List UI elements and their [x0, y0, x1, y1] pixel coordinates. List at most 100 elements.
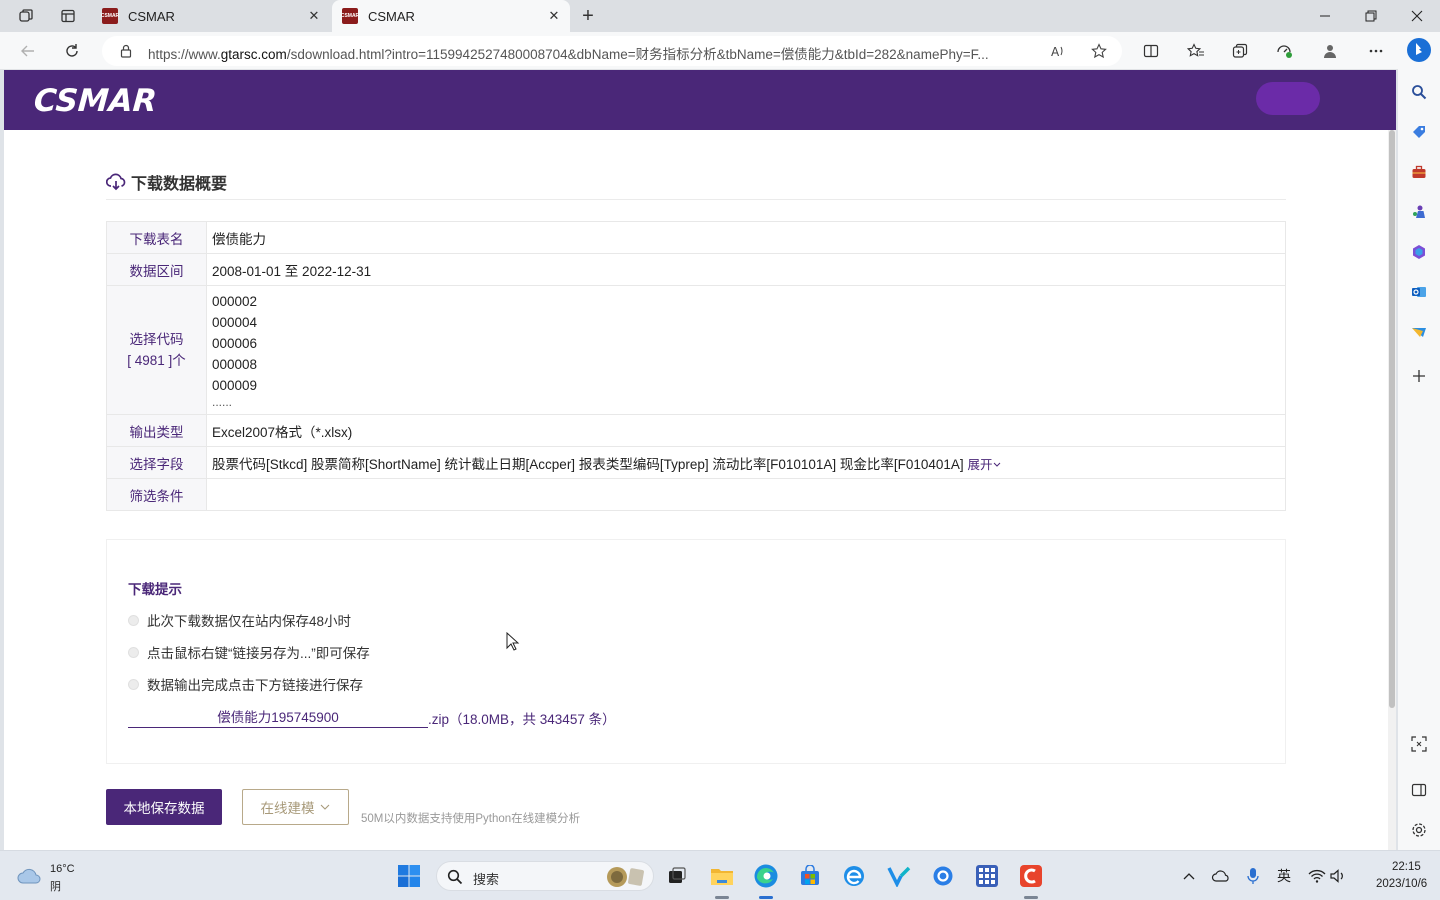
web-page: CSMAR 下载数据概要 下载表名 偿债能力 数据区间 2008-01-01 至… [4, 70, 1396, 850]
clock-time[interactable]: 22:15 [1392, 861, 1421, 873]
date-range-value: 2008-01-01 至 2022-12-31 [206, 253, 1286, 286]
tip-text: 此次下载数据仅在站内保存48小时 [147, 614, 352, 629]
chevron-down-icon [320, 804, 329, 810]
tools-briefcase-icon[interactable] [1407, 160, 1431, 184]
windows-start-icon[interactable] [396, 863, 422, 889]
page-scrollbar[interactable] [1388, 130, 1396, 850]
tip-item: 此次下载数据仅在站内保存48小时 [128, 610, 351, 630]
edge-sidebar [1398, 32, 1440, 850]
read-aloud-icon[interactable]: A [1046, 39, 1070, 63]
mouse-cursor-icon [506, 632, 520, 651]
output-type-value: Excel2007格式（*.xlsx) [206, 414, 1286, 447]
online-model-dropdown[interactable]: 在线建模 [242, 789, 349, 825]
table-row: 输出类型 Excel2007格式（*.xlsx) [106, 414, 1286, 447]
add-plus-icon[interactable] [1407, 364, 1431, 388]
page-title: 下载数据概要 [131, 176, 228, 193]
profile-avatar-icon[interactable] [1318, 39, 1342, 63]
app-v-logo-icon[interactable] [886, 863, 912, 889]
microphone-icon[interactable] [1240, 863, 1266, 889]
scrollbar-thumb[interactable] [1389, 130, 1395, 708]
tab-title: CSMAR [368, 8, 415, 24]
tips-title: 下载提示 [128, 582, 182, 597]
vertical-tabs-icon[interactable] [54, 4, 82, 28]
ime-language-indicator[interactable]: 英 [1277, 866, 1291, 886]
calculator-grid-icon[interactable] [974, 863, 1000, 889]
search-highlight-image-icon [607, 867, 644, 887]
weather-cloud-icon[interactable] [16, 863, 42, 889]
table-row: 选择字段 股票代码[Stkcd] 股票简称[ShortName] 统计截止日期[… [106, 446, 1286, 479]
codes-count: [ 4981 ]个 [127, 353, 186, 368]
refresh-icon[interactable] [60, 39, 84, 63]
new-tab-plus-icon[interactable]: + [576, 4, 600, 28]
outlook-icon[interactable] [1407, 280, 1431, 304]
send-telegram-icon[interactable] [1407, 320, 1431, 344]
file-explorer-icon[interactable] [709, 863, 735, 889]
divider [106, 199, 1286, 200]
settings-gear-icon[interactable] [1407, 818, 1431, 842]
csmar-app-icon[interactable] [1018, 863, 1044, 889]
split-screen-icon[interactable] [1139, 39, 1163, 63]
close-icon[interactable]: ✕ [544, 6, 564, 26]
collections-icon[interactable] [1228, 39, 1252, 63]
back-arrow-icon[interactable] [16, 39, 40, 63]
favorite-star-icon[interactable] [1087, 39, 1111, 63]
tip-text: 数据输出完成点击下方链接进行保存 [147, 678, 363, 693]
more-menu-icon[interactable] [1364, 39, 1388, 63]
site-header: CSMAR [4, 70, 1396, 130]
show-hidden-chevron-up-icon[interactable] [1176, 863, 1202, 889]
cloud-download-icon [106, 173, 126, 191]
edge-browser-icon[interactable] [753, 863, 779, 889]
tab-csmar-2[interactable]: CSMAR CSMAR ✕ [332, 0, 570, 32]
expand-link[interactable]: 展开 [967, 458, 1002, 472]
microsoft-store-icon[interactable] [797, 863, 823, 889]
window-close-icon[interactable] [1394, 0, 1440, 32]
table-row: 数据区间 2008-01-01 至 2022-12-31 [106, 253, 1286, 286]
codes-label: 选择代码 [129, 332, 184, 347]
tip-item: 点击鼠标右键“链接另存为...”即可保存 [128, 642, 370, 662]
user-menu-button[interactable] [1256, 82, 1320, 115]
save-local-button[interactable]: 本地保存数据 [106, 789, 222, 825]
task-view-icon[interactable] [664, 863, 690, 889]
screenshot-capture-icon[interactable] [1407, 732, 1431, 756]
download-line: 偿债能力195745900 .zip（18.0MB，共 343457 条） [128, 706, 616, 728]
row-label: 数据区间 [106, 253, 207, 286]
workspaces-icon[interactable] [12, 4, 40, 28]
circle-app-icon[interactable] [930, 863, 956, 889]
search-icon[interactable] [1407, 80, 1431, 104]
minimize-icon[interactable] [1302, 0, 1348, 32]
weather-temperature[interactable]: 16°C [50, 863, 75, 875]
url-text[interactable]: https://www.gtarsc.com/sdownload.html?in… [148, 43, 1043, 63]
sidebar-panel-icon[interactable] [1407, 778, 1431, 802]
active-indicator [715, 896, 729, 899]
download-file-link[interactable]: 偿债能力195745900 [128, 706, 428, 728]
list-item: 000004 [212, 315, 258, 330]
bullet-dot-icon [128, 646, 139, 658]
list-ellipsis: ...... [212, 395, 233, 409]
clock-date[interactable]: 2023/10/6 [1376, 878, 1427, 890]
list-item: 000002 [212, 294, 258, 309]
windows-taskbar: 16°C 阴 搜索 英 22:15 2023/10/6 [0, 850, 1440, 900]
favorites-icon[interactable] [1184, 39, 1208, 63]
internet-explorer-icon[interactable] [841, 863, 867, 889]
microsoft-365-icon[interactable] [1407, 240, 1431, 264]
taskbar-search-box[interactable]: 搜索 [436, 861, 654, 891]
table-name-value: 偿债能力 [206, 221, 1286, 254]
onedrive-cloud-icon[interactable] [1208, 863, 1234, 889]
csmar-logo[interactable]: CSMAR [33, 83, 158, 119]
table-row: 选择代码 [ 4981 ]个 000002 000004 000006 0000… [106, 285, 1286, 415]
row-label: 选择字段 [106, 446, 207, 479]
bing-copilot-icon[interactable] [1405, 36, 1433, 64]
lock-icon[interactable] [114, 39, 138, 63]
weather-description[interactable]: 阴 [50, 878, 61, 894]
shopping-tag-icon[interactable] [1407, 120, 1431, 144]
volume-speaker-icon[interactable] [1326, 863, 1352, 889]
close-icon[interactable]: ✕ [304, 6, 324, 26]
online-model-note: 50M以内数据支持使用Python在线建模分析 [361, 813, 581, 825]
download-summary-heading: 下载数据概要 [106, 170, 227, 194]
games-chess-icon[interactable] [1407, 200, 1431, 224]
performance-icon[interactable] [1272, 39, 1296, 63]
csmar-favicon-icon: CSMAR [341, 8, 359, 24]
restore-icon[interactable] [1348, 0, 1394, 32]
address-bar[interactable]: https://www.gtarsc.com/sdownload.html?in… [102, 36, 1122, 66]
tab-csmar-1[interactable]: CSMAR CSMAR ✕ [92, 0, 330, 32]
